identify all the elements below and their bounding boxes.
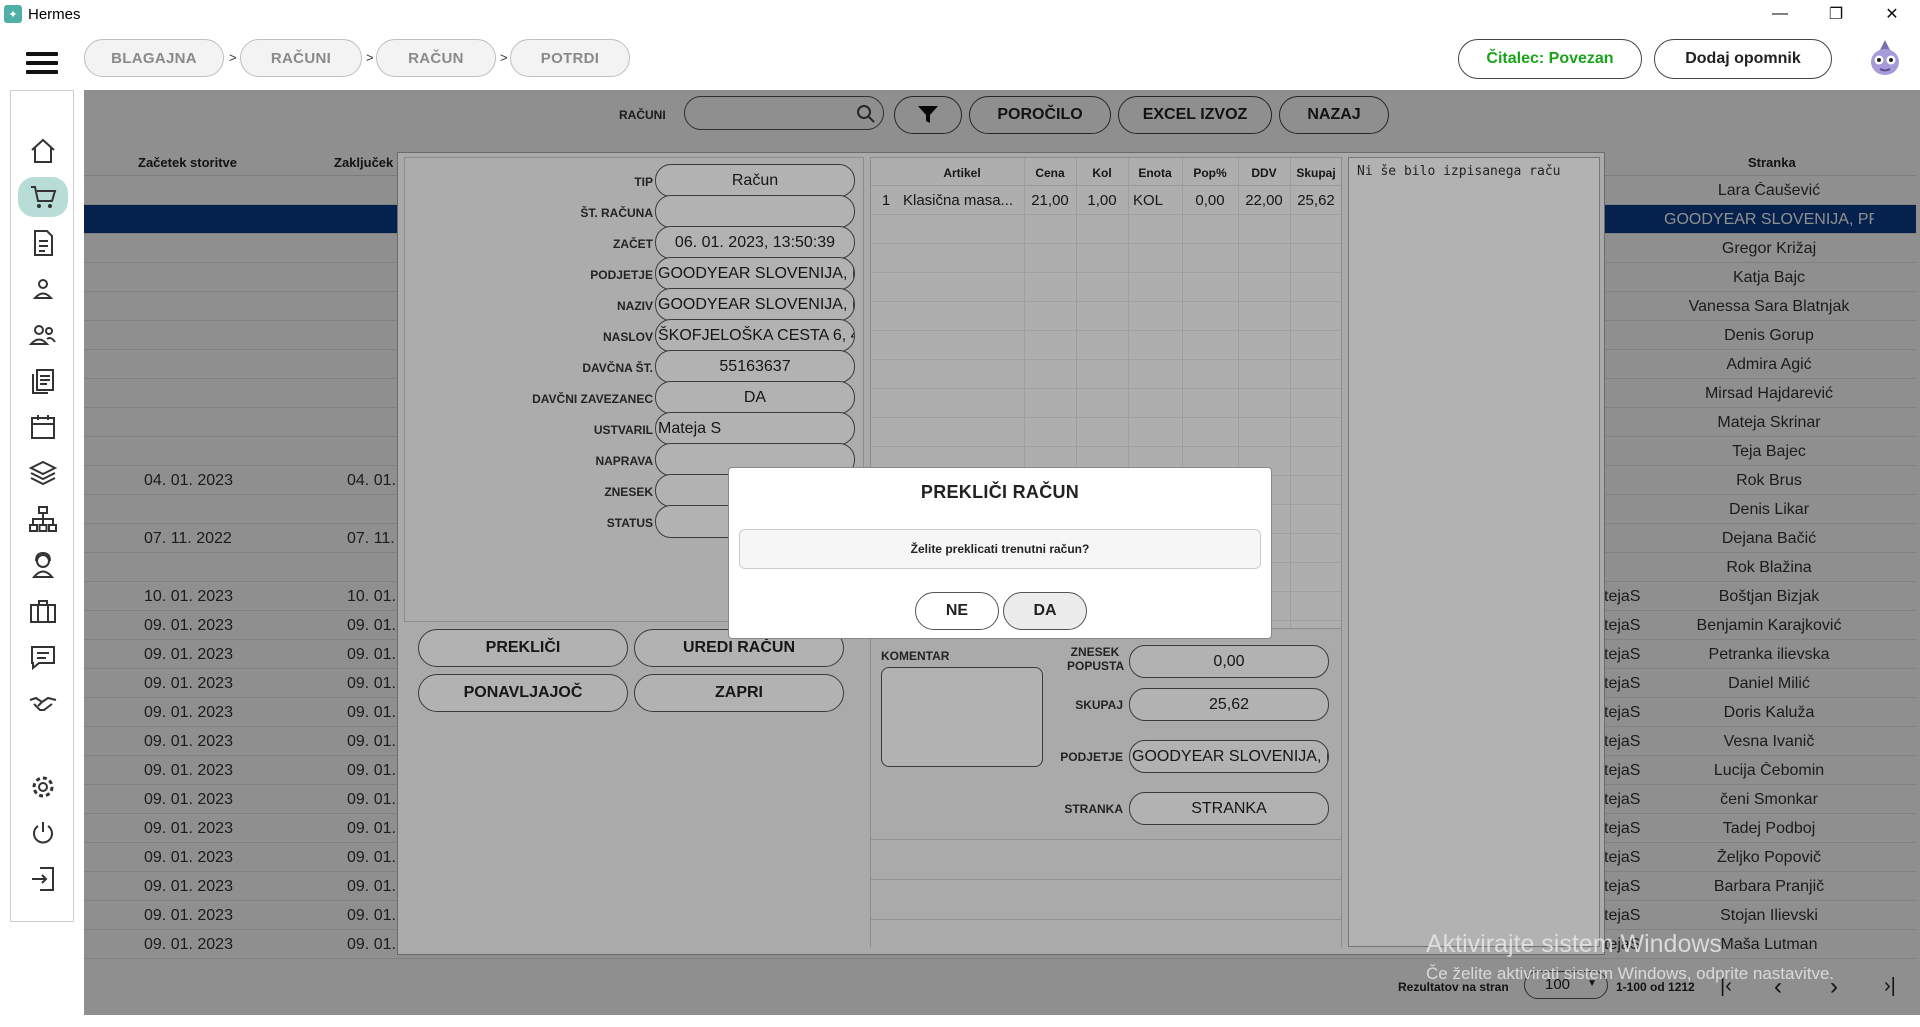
menu-icon[interactable]	[26, 52, 58, 74]
briefcase-icon[interactable]	[27, 595, 59, 627]
home-icon[interactable]	[27, 135, 59, 167]
dialog-message: Želite preklicati trenutni račun?	[739, 529, 1261, 569]
layers-icon[interactable]	[27, 457, 59, 489]
title-bar: ✦ Hermes — ❐ ✕	[0, 0, 1920, 28]
window-title: Hermes	[28, 5, 81, 23]
breadcrumb-racun[interactable]: RAČUN	[376, 39, 496, 77]
calendar-icon[interactable]	[27, 411, 59, 443]
add-reminder-button[interactable]: Dodaj opomnik	[1654, 39, 1832, 79]
activation-watermark-text: Če želite aktivirati sistem Windows, odp…	[1426, 964, 1835, 983]
sidebar	[10, 90, 74, 922]
document-icon[interactable]	[27, 227, 59, 259]
breadcrumb-separator: >	[500, 50, 508, 65]
reader-status-button[interactable]: Čitalec: Povezan	[1458, 39, 1642, 79]
breadcrumb-racuni[interactable]: RAČUNI	[240, 39, 362, 77]
chat-icon[interactable]	[27, 641, 59, 673]
dialog-title: PREKLIČI RAČUN	[920, 482, 1080, 502]
person-icon[interactable]	[27, 273, 59, 305]
close-window-button[interactable]: ✕	[1864, 0, 1920, 28]
breadcrumb-separator: >	[229, 50, 237, 65]
network-icon[interactable]	[27, 503, 59, 535]
app-logo-icon: ✦	[4, 5, 22, 23]
yes-button[interactable]: DA	[1003, 592, 1087, 630]
restore-button[interactable]: ❐	[1808, 0, 1864, 28]
breadcrumb-potrdi[interactable]: POTRDI	[510, 39, 630, 77]
power-icon[interactable]	[27, 817, 59, 849]
no-button[interactable]: NE	[915, 592, 999, 630]
activation-watermark-title: Aktivirajte sistem Windows	[1426, 930, 1722, 958]
gear-icon[interactable]	[27, 771, 59, 803]
user-avatar-icon[interactable]	[1866, 38, 1904, 78]
people-icon[interactable]	[27, 319, 59, 351]
cart-icon[interactable]	[18, 177, 68, 217]
documents-stack-icon[interactable]	[27, 365, 59, 397]
logout-icon[interactable]	[27, 863, 59, 895]
minimize-button[interactable]: —	[1752, 0, 1808, 28]
support-agent-icon[interactable]	[27, 549, 59, 581]
app-header: BLAGAJNA > RAČUNI > RAČUN > POTRDI Čital…	[0, 28, 1920, 90]
breadcrumb-blagajna[interactable]: BLAGAJNA	[84, 39, 224, 77]
handshake-icon[interactable]	[27, 687, 59, 719]
cancel-invoice-dialog: PREKLIČI RAČUN Želite preklicati trenutn…	[728, 467, 1272, 639]
breadcrumb-separator: >	[366, 50, 374, 65]
